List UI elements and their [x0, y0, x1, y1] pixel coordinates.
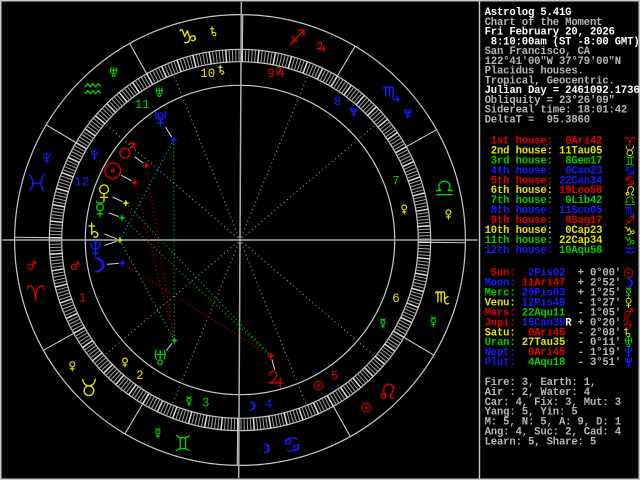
svg-text:6: 6 [392, 292, 400, 306]
svg-text:R: R [565, 317, 572, 329]
svg-text:5: 5 [331, 370, 339, 384]
svg-text:Plut:: Plut: [485, 357, 516, 369]
svg-text:12th house:: 12th house: [485, 245, 553, 257]
svg-text:7: 7 [392, 175, 400, 189]
svg-text:4Aqu18: 4Aqu18 [522, 357, 565, 369]
svg-text:11: 11 [135, 98, 150, 112]
svg-text:10: 10 [200, 67, 215, 81]
svg-text:12: 12 [74, 176, 89, 190]
svg-text:DeltaT = 95.3860: DeltaT = 95.3860 [485, 114, 590, 126]
svg-text:9: 9 [267, 67, 275, 81]
svg-text:19Aqu58: 19Aqu58 [553, 245, 603, 257]
svg-text:3: 3 [202, 397, 210, 411]
svg-text:1: 1 [79, 292, 87, 306]
svg-text:Learn: 5, Share: 5: Learn: 5, Share: 5 [485, 436, 597, 448]
svg-text:2: 2 [136, 369, 144, 383]
svg-text:4: 4 [265, 398, 273, 412]
svg-text:8: 8 [334, 95, 342, 109]
svg-text:- 3°51': - 3°51' [578, 357, 621, 369]
